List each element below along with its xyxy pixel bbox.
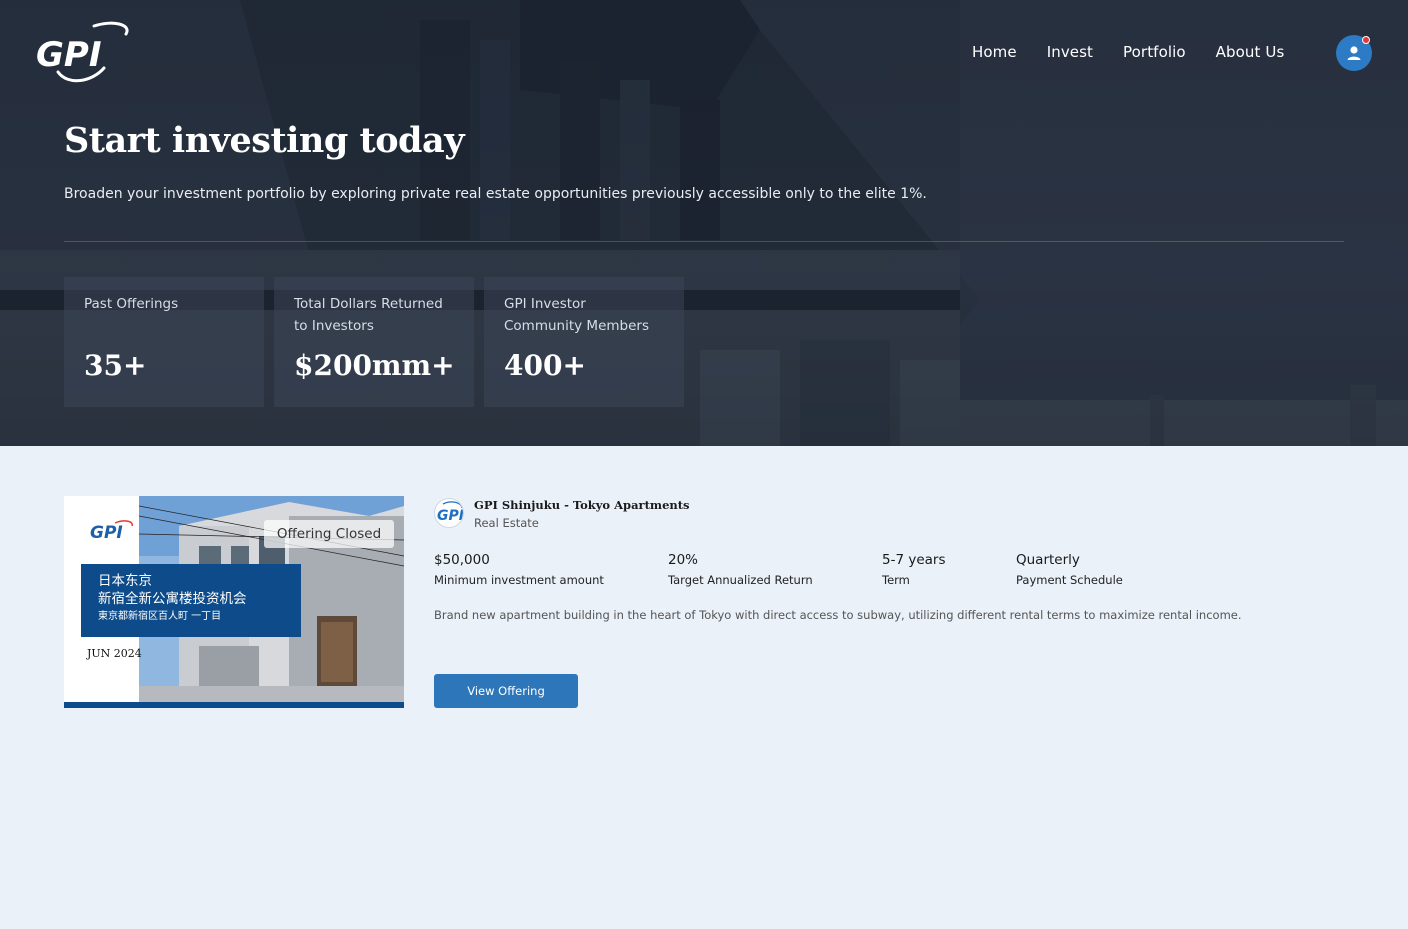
metric-value: 20%: [668, 552, 699, 568]
nav-portfolio[interactable]: Portfolio: [1123, 43, 1186, 61]
thumbnail-bottom-bar: [64, 702, 404, 708]
metric-value: 5-7 years: [882, 552, 946, 568]
view-offering-button[interactable]: View Offering: [434, 674, 578, 708]
thumbnail-date: JUN 2024: [87, 647, 142, 660]
offering-description: Brand new apartment building in the hear…: [434, 608, 1242, 622]
user-avatar-button[interactable]: [1336, 35, 1372, 71]
stat-value: $200mm+: [294, 349, 455, 382]
metric-label: Payment Schedule: [1016, 573, 1123, 587]
hero-subtitle: Broaden your investment portfolio by exp…: [64, 186, 927, 202]
metric-payment-schedule: Quarterly Payment Schedule: [1016, 552, 1123, 587]
metric-value: $50,000: [434, 552, 490, 568]
metric-term: 5-7 years Term: [882, 552, 946, 587]
thumbnail-line2: 新宿全新公寓楼投资机会: [98, 591, 247, 607]
hero-title: Start investing today: [64, 120, 465, 161]
svg-text:GPI: GPI: [437, 508, 464, 524]
gpi-logo[interactable]: GPI: [34, 20, 134, 86]
thumbnail-logo: GPI: [90, 520, 133, 542]
stat-label: Past Offerings: [84, 296, 179, 312]
stat-card-past-offerings: Past Offerings 35+: [64, 277, 264, 407]
metric-target-return: 20% Target Annualized Return: [668, 552, 813, 587]
offering-closed-badge: Offering Closed: [264, 520, 394, 548]
thumbnail-line3: 東京都新宿区百人町 一丁目: [98, 611, 222, 622]
metric-label: Target Annualized Return: [668, 573, 813, 587]
stat-label: Total Dollars Returned: [294, 296, 443, 312]
stat-label-line2: Community Members: [504, 318, 649, 334]
metric-value: Quarterly: [1016, 552, 1080, 568]
stat-label-line2: to Investors: [294, 318, 374, 334]
user-icon: [1347, 46, 1361, 60]
thumbnail-line1: 日本东京: [98, 573, 152, 589]
notification-dot: [1362, 36, 1370, 44]
svg-text:GPI: GPI: [90, 523, 123, 542]
thumbnail-title-banner: 日本东京 新宿全新公寓楼投资机会 東京都新宿区百人町 一丁目: [81, 564, 301, 637]
company-logo-icon: GPI: [434, 498, 464, 528]
main-nav: Home Invest Portfolio About Us: [972, 43, 1284, 61]
stat-value: 400+: [504, 349, 586, 382]
stat-card-community-members: GPI Investor Community Members 400+: [484, 277, 684, 407]
offering-name: GPI Shinjuku - Tokyo Apartments: [474, 498, 690, 512]
offering-thumbnail[interactable]: GPI 日本东京 新宿全新公寓楼投资机会 東京都新宿区百人町 一丁目 JUN 2…: [64, 496, 404, 708]
metric-min-investment: $50,000 Minimum investment amount: [434, 552, 604, 587]
stat-value: 35+: [84, 349, 147, 382]
offering-category: Real Estate: [474, 516, 539, 530]
nav-home[interactable]: Home: [972, 43, 1017, 61]
metric-label: Term: [882, 573, 910, 587]
nav-about-us[interactable]: About Us: [1216, 43, 1285, 61]
svg-text:GPI: GPI: [36, 35, 101, 75]
stats-row: Past Offerings 35+ Total Dollars Returne…: [64, 277, 684, 407]
stat-card-dollars-returned: Total Dollars Returned to Investors $200…: [274, 277, 474, 407]
metric-label: Minimum investment amount: [434, 573, 604, 587]
hero-divider: [64, 241, 1344, 242]
nav-invest[interactable]: Invest: [1047, 43, 1093, 61]
stat-label: GPI Investor: [504, 296, 586, 312]
